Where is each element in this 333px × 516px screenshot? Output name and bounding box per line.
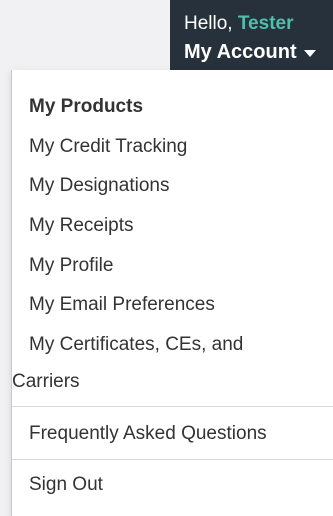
menu-item-my-products[interactable]: My Products — [29, 96, 143, 118]
account-dropdown-menu: My Products My Credit Tracking My Design… — [11, 70, 333, 516]
caret-down-icon — [303, 49, 316, 57]
my-account-label: My Account — [184, 41, 297, 63]
menu-item-my-email-preferences[interactable]: My Email Preferences — [29, 294, 215, 316]
user-name: Tester — [237, 13, 294, 34]
menu-item-my-certificates-continued[interactable]: Carriers — [12, 371, 80, 393]
menu-item-my-certificates[interactable]: My Certificates, CEs, and — [29, 334, 243, 356]
greeting-prefix: Hello, — [184, 13, 238, 34]
menu-item-sign-out[interactable]: Sign Out — [29, 474, 103, 496]
menu-divider — [12, 406, 333, 407]
menu-item-my-receipts[interactable]: My Receipts — [29, 215, 134, 237]
greeting: Hello, Tester — [184, 13, 333, 35]
page-background — [0, 0, 170, 70]
page-background-strip — [0, 70, 11, 516]
menu-divider — [12, 459, 333, 460]
menu-item-my-credit-tracking[interactable]: My Credit Tracking — [29, 136, 187, 158]
menu-item-faq[interactable]: Frequently Asked Questions — [29, 423, 267, 445]
menu-item-my-profile[interactable]: My Profile — [29, 255, 113, 277]
account-header: Hello, Tester My Account — [170, 0, 333, 70]
menu-item-my-designations[interactable]: My Designations — [29, 175, 169, 197]
my-account-toggle[interactable]: My Account — [184, 40, 333, 64]
